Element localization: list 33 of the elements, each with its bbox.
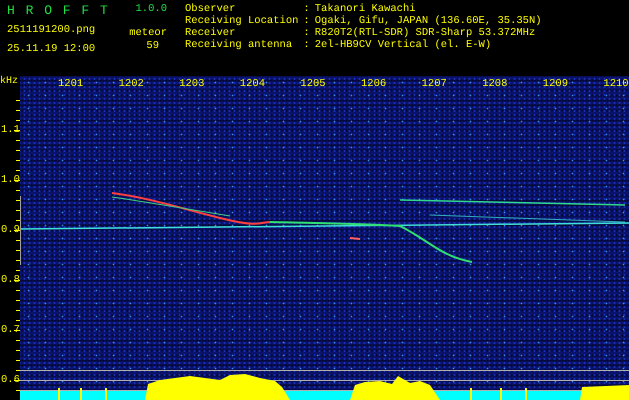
y-axis-label: 0.7 [1,324,20,336]
file-name: 2511191200.png [7,24,96,36]
axis-unit: kHz [0,76,18,88]
y-axis-label: 0.9 [1,224,20,236]
info-value: Ogaki, Gifu, JAPAN (136.60E, 35.35N) [314,15,542,27]
x-axis-label: 1210 [603,78,629,90]
x-axis-label: 1205 [300,78,326,90]
x-axis-label: 1207 [422,78,447,90]
info-label: Receiver [185,27,236,39]
info-label: Receiving antenna [185,39,294,51]
meteor-count: 59 [146,40,160,52]
x-axis-label: 1201 [58,78,84,90]
marker-line [20,196,21,266]
x-axis-label: 1202 [118,78,144,90]
x-axis-label: 1206 [361,78,386,90]
info-label: Observer [185,3,236,15]
info-separator: : [303,15,310,27]
info-separator: : [303,39,310,51]
date-time: 25.11.19 12:00 [7,43,96,55]
x-axis-label: 1203 [179,78,204,90]
x-axis-label: 1204 [240,78,266,90]
info-value: 2el-HB9CV Vertical (el. E-W) [314,39,492,51]
info-value: Takanori Kawachi [314,3,417,15]
x-axis-label: 1209 [542,78,568,90]
app-version: 1.0.0 [135,3,167,15]
meteor-label: meteor [129,27,167,39]
y-axis-label: 1.1 [1,124,20,136]
info-label: Receiving Location [185,15,298,27]
info-separator: : [303,3,310,15]
info-separator: : [303,27,310,39]
x-axis-label: 1208 [482,78,508,90]
app-title: H R O F F T [7,4,110,18]
info-value: R820T2(RTL-SDR) SDR-Sharp 53.372MHz [314,27,536,39]
